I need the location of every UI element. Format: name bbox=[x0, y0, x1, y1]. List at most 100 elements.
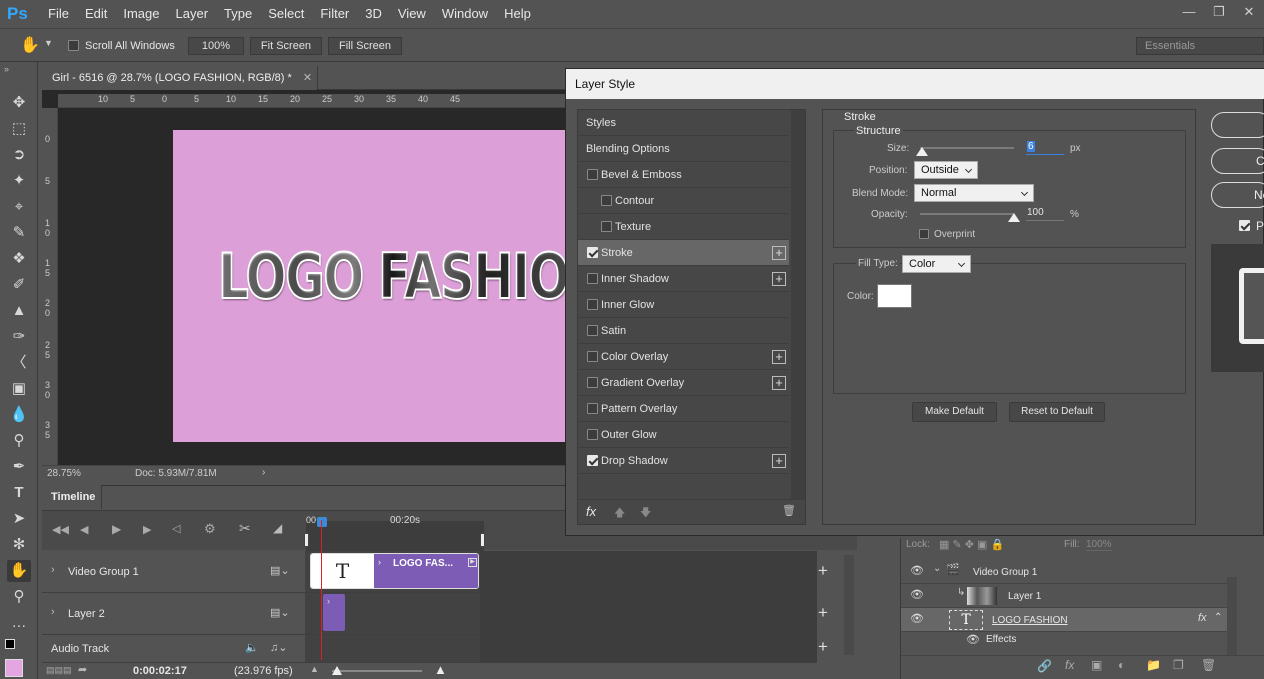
opacity-input[interactable]: 100 bbox=[1026, 207, 1064, 221]
scroll-all-windows-checkbox[interactable] bbox=[68, 39, 79, 51]
eraser-tool-icon[interactable]: 〈 bbox=[7, 352, 31, 374]
zoom-in-icon[interactable]: ▲ bbox=[434, 662, 447, 677]
style-item[interactable]: Bevel & Emboss bbox=[578, 162, 789, 188]
ok-button[interactable] bbox=[1211, 112, 1264, 138]
fill-value[interactable]: 100% bbox=[1086, 539, 1112, 551]
menu-view[interactable]: View bbox=[390, 0, 434, 28]
close-tab-icon[interactable]: ✕ bbox=[303, 72, 312, 84]
document-tab[interactable]: Girl - 6516 @ 28.7% (LOGO FASHION, RGB/8… bbox=[42, 66, 318, 90]
visibility-eye-icon[interactable]: 👁 bbox=[910, 612, 924, 625]
expand-chevron-icon[interactable]: › bbox=[51, 606, 55, 618]
clip-options-icon[interactable]: ▶ bbox=[468, 558, 477, 567]
adjustment-layer-icon[interactable]: ◐ bbox=[1118, 658, 1125, 672]
cancel-button[interactable]: C bbox=[1211, 148, 1264, 174]
menu-layer[interactable]: Layer bbox=[168, 0, 217, 28]
style-item[interactable]: Texture bbox=[578, 214, 789, 240]
style-item-checkbox[interactable] bbox=[587, 273, 598, 284]
style-item[interactable]: Color Overlay + bbox=[578, 344, 789, 370]
music-note-icon[interactable]: ♫⌄ bbox=[270, 641, 287, 654]
style-item-checkbox[interactable] bbox=[587, 299, 598, 310]
gradient-tool-icon[interactable]: ▣ bbox=[7, 378, 31, 400]
artboard[interactable]: LOGO FASHION bbox=[173, 130, 567, 442]
menu-image[interactable]: Image bbox=[115, 0, 167, 28]
chevron-right-icon[interactable]: › bbox=[262, 467, 265, 478]
position-select[interactable]: Outside bbox=[914, 161, 978, 179]
split-scissors-icon[interactable]: ✂ bbox=[239, 520, 251, 537]
collapse-icon[interactable]: » bbox=[4, 64, 9, 74]
blur-tool-icon[interactable]: 💧 bbox=[7, 404, 31, 426]
foreground-color-swatch[interactable] bbox=[5, 659, 23, 677]
next-frame-icon[interactable]: ▶ bbox=[143, 523, 151, 536]
opacity-slider-thumb[interactable] bbox=[1008, 213, 1020, 222]
history-brush-tool-icon[interactable]: ✑ bbox=[7, 326, 31, 348]
canvas-viewport[interactable]: LOGO FASHION bbox=[58, 108, 567, 465]
shape-tool-icon[interactable]: ✻ bbox=[7, 534, 31, 556]
previous-frame-icon[interactable]: ◀ bbox=[80, 523, 88, 536]
pen-tool-icon[interactable]: ✒ bbox=[7, 456, 31, 478]
opacity-slider[interactable] bbox=[920, 213, 1014, 215]
speaker-icon[interactable]: 🔈 bbox=[245, 641, 259, 654]
go-to-first-frame-icon[interactable]: ◀◀ bbox=[52, 523, 69, 536]
restore-icon[interactable]: ❐ bbox=[1204, 0, 1234, 28]
visibility-eye-icon[interactable]: 👁 bbox=[910, 588, 924, 601]
add-media-icon[interactable]: + bbox=[818, 561, 828, 581]
style-item-checkbox[interactable] bbox=[587, 455, 598, 466]
healing-brush-tool-icon[interactable]: ❖ bbox=[7, 248, 31, 270]
overprint-checkbox[interactable] bbox=[919, 228, 929, 240]
fill-type-select[interactable]: Color bbox=[902, 255, 971, 273]
quick-select-tool-icon[interactable]: ✦ bbox=[7, 170, 31, 192]
workspace-switcher[interactable]: Essentials bbox=[1136, 37, 1264, 55]
style-item[interactable]: Drop Shadow + bbox=[578, 448, 789, 474]
style-item[interactable]: Inner Glow bbox=[578, 292, 789, 318]
fill-screen-button[interactable]: Fill Screen bbox=[328, 37, 402, 55]
style-item-checkbox[interactable] bbox=[587, 377, 598, 388]
new-group-icon[interactable]: 📁 bbox=[1146, 658, 1161, 672]
style-item-checkbox[interactable] bbox=[587, 247, 598, 258]
add-effect-icon[interactable]: + bbox=[772, 454, 786, 468]
lock-icons[interactable]: ▦ ✎ ✥ ▣ 🔒 bbox=[939, 538, 1004, 551]
default-colors-icon[interactable] bbox=[5, 639, 15, 649]
fit-screen-button[interactable]: Fit Screen bbox=[250, 37, 322, 55]
crop-tool-icon[interactable]: ⌖ bbox=[7, 196, 31, 218]
add-effect-icon[interactable]: + bbox=[772, 246, 786, 260]
new-layer-icon[interactable]: ❐ bbox=[1173, 658, 1184, 672]
marquee-tool-icon[interactable]: ⬚ bbox=[7, 118, 31, 140]
layers-scrollbar[interactable] bbox=[1227, 577, 1237, 655]
render-icon[interactable]: ▤▤▤ bbox=[46, 665, 72, 676]
more-tools-icon[interactable]: … bbox=[7, 612, 31, 634]
playhead-handle[interactable] bbox=[317, 517, 327, 527]
settings-gear-icon[interactable]: ⚙ bbox=[204, 521, 216, 537]
hand-tool-icon[interactable]: ✋ bbox=[20, 35, 40, 55]
style-item[interactable]: Satin bbox=[578, 318, 789, 344]
add-media-icon[interactable]: + bbox=[818, 603, 828, 623]
add-effect-icon[interactable]: + bbox=[772, 350, 786, 364]
style-item-checkbox[interactable] bbox=[587, 429, 598, 440]
move-down-icon[interactable]: 🡇 bbox=[640, 504, 651, 523]
blend-mode-select[interactable]: Normal bbox=[914, 184, 1034, 202]
timeline-zoom-slider[interactable] bbox=[332, 670, 422, 672]
layer-2-clip[interactable]: › bbox=[323, 594, 345, 631]
fx-icon[interactable]: fx bbox=[1198, 612, 1207, 624]
style-item-checkbox[interactable] bbox=[587, 325, 598, 336]
style-item[interactable]: Inner Shadow + bbox=[578, 266, 789, 292]
visibility-eye-icon[interactable]: 👁 bbox=[910, 564, 924, 577]
style-item[interactable]: Contour bbox=[578, 188, 789, 214]
style-item[interactable]: Outer Glow bbox=[578, 422, 789, 448]
style-item[interactable]: Pattern Overlay bbox=[578, 396, 789, 422]
menu-edit[interactable]: Edit bbox=[77, 0, 115, 28]
dodge-tool-icon[interactable]: ⚲ bbox=[7, 430, 31, 452]
render-video-icon[interactable]: ➦ bbox=[78, 663, 87, 676]
work-area-start-handle[interactable] bbox=[304, 533, 309, 547]
chevron-down-icon[interactable]: ▼ bbox=[44, 38, 53, 48]
style-item-checkbox[interactable] bbox=[587, 403, 598, 414]
close-icon[interactable]: ✕ bbox=[1234, 0, 1264, 28]
stroke-color-swatch[interactable] bbox=[877, 284, 912, 308]
mute-audio-icon[interactable]: ◁ bbox=[172, 522, 180, 535]
layer-row-video-group[interactable]: 👁 ⌄ 🎬 Video Group 1 bbox=[901, 560, 1231, 584]
hand-tool-icon[interactable]: ✋ bbox=[7, 560, 31, 582]
layer-row-layer-1[interactable]: 👁 ↳ Layer 1 bbox=[901, 584, 1231, 608]
eyedropper-tool-icon[interactable]: ✎ bbox=[7, 222, 31, 244]
new-style-button[interactable]: New bbox=[1211, 182, 1264, 208]
brush-tool-icon[interactable]: ✐ bbox=[7, 274, 31, 296]
menu-window[interactable]: Window bbox=[434, 0, 496, 28]
